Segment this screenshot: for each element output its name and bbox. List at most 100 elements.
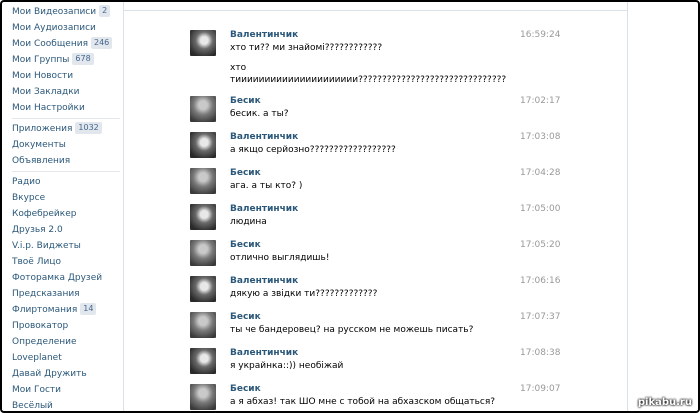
menu-item-count: 1032 <box>75 122 102 134</box>
menu-item-app[interactable]: Радио <box>12 175 41 189</box>
menu-item-label: Мои Гости <box>12 385 62 395</box>
message-author[interactable]: Бесик <box>230 96 261 106</box>
menu-item-app[interactable]: Кофебрейкер <box>12 207 76 221</box>
menu-item-apps[interactable]: Приложения 1032 <box>12 122 102 136</box>
menu-item-label: Фоторамка Друзей <box>12 273 103 283</box>
menu-item-app[interactable]: Давай Дружить <box>12 367 87 381</box>
screenshot-frame: Мои Видеозаписи 2 Мои Аудиозаписи Мои Соо… <box>0 0 700 413</box>
menu-item-label: Мои Новости <box>12 71 74 81</box>
menu-item-app[interactable]: Твоё Лицо <box>12 255 61 269</box>
message-time[interactable]: 17:05:00 <box>520 204 560 214</box>
menu-item-documents[interactable]: Документы <box>12 138 66 152</box>
message-time[interactable]: 17:02:17 <box>520 96 560 106</box>
menu-item-app[interactable]: Провокатор <box>12 319 68 333</box>
message-time[interactable]: 17:03:08 <box>520 132 560 142</box>
message-text: а я абхаз! так ШО мне с тобой на абхазск… <box>230 397 496 407</box>
menu-item-label: Флиртомания <box>12 305 78 315</box>
menu-item-label: Мои Видеозаписи <box>12 7 97 17</box>
menu-item-label: Определение <box>12 337 77 347</box>
menu-item-label: Документы <box>12 140 66 150</box>
message-text: ага. а ты кто? ) <box>230 181 303 191</box>
menu-divider <box>12 171 120 172</box>
message-text: хто ти?? ми знайомі???????????? <box>230 43 383 53</box>
menu-item-label: Мои Настройки <box>12 103 85 113</box>
menu-item-label: Вкурсе <box>12 193 46 203</box>
message-time[interactable]: 17:09:07 <box>520 384 560 394</box>
avatar[interactable] <box>190 168 216 194</box>
menu-item-count: 14 <box>80 303 97 315</box>
menu-item-label: Предсказания <box>12 289 80 299</box>
avatar[interactable] <box>190 276 216 302</box>
menu-item-bookmarks[interactable]: Мои Закладки <box>12 85 79 99</box>
menu-item-label: Мои Аудиозаписи <box>12 23 96 33</box>
message-author[interactable]: Валентинчик <box>230 132 298 142</box>
menu-item-label: Радио <box>12 177 41 187</box>
message-time[interactable]: 16:59:24 <box>520 30 560 40</box>
avatar[interactable] <box>190 30 216 56</box>
message-author[interactable]: Бесик <box>230 312 261 322</box>
avatar[interactable] <box>190 348 216 374</box>
avatar[interactable] <box>190 96 216 122</box>
menu-item-count: 246 <box>91 37 113 49</box>
menu-item-label: Давай Дружить <box>12 369 87 379</box>
menu-item-label: Мои Группы <box>12 55 70 65</box>
message-text: людина <box>230 217 267 227</box>
message-text: а якщо серйозно?????????????????? <box>230 145 396 155</box>
message-time[interactable]: 17:05:20 <box>520 240 560 250</box>
message-time[interactable]: 17:07:37 <box>520 312 560 322</box>
message-author[interactable]: Валентинчик <box>230 30 298 40</box>
menu-item-app[interactable]: Loveplanet <box>12 351 62 365</box>
message-time[interactable]: 17:08:38 <box>520 348 560 358</box>
menu-item-app[interactable]: Флиртомания 14 <box>12 303 97 317</box>
menu-item-app[interactable]: Мои Гости <box>12 383 61 397</box>
menu-item-label: Твоё Лицо <box>12 257 61 267</box>
menu-divider <box>12 118 120 119</box>
menu-item-label: Друзья 2.0 <box>12 225 63 235</box>
avatar[interactable] <box>190 132 216 158</box>
menu-item-app[interactable]: V.i.p. Виджеты <box>12 239 81 253</box>
menu-item-label: Объявления <box>12 156 71 166</box>
message-author[interactable]: Бесик <box>230 384 261 394</box>
menu-item-app[interactable]: Предсказания <box>12 287 80 301</box>
menu-item-app[interactable]: Друзья 2.0 <box>12 223 63 237</box>
message-author[interactable]: Валентинчик <box>230 204 298 214</box>
menu-item-app[interactable]: Вкурсе <box>12 191 45 205</box>
message-author[interactable]: Валентинчик <box>230 348 298 358</box>
message-author[interactable]: Валентинчик <box>230 276 298 286</box>
menu-item-label: Кофебрейкер <box>12 209 77 219</box>
menu-item-app[interactable]: Определение <box>12 335 77 349</box>
menu-item-label: Мои Закладки <box>12 87 80 97</box>
avatar[interactable] <box>190 240 216 266</box>
left-menu: Мои Видеозаписи 2 Мои Аудиозаписи Мои Соо… <box>2 2 122 411</box>
menu-item-settings[interactable]: Мои Настройки <box>12 101 85 115</box>
menu-item-label: Весёлый <box>12 401 53 411</box>
watermark: pikabu.ru <box>637 397 692 408</box>
menu-item-messages[interactable]: Мои Сообщения 246 <box>12 37 113 51</box>
menu-item-news[interactable]: Мои Новости <box>12 69 73 83</box>
menu-item-count: 2 <box>99 5 111 17</box>
message-time[interactable]: 17:06:16 <box>520 276 560 286</box>
dialog-history: Валентинчик 16:59:24 хто ти?? ми знайомі… <box>123 2 628 411</box>
menu-item-label: Мои Сообщения <box>12 39 88 49</box>
menu-item-app[interactable]: Фоторамка Друзей <box>12 271 102 285</box>
message-text: бесик. а ты? <box>230 109 289 119</box>
menu-item-label: Loveplanet <box>12 353 62 363</box>
menu-item-app[interactable]: Весёлый <box>12 399 53 411</box>
menu-item-videos[interactable]: Мои Видеозаписи 2 <box>12 5 111 19</box>
message-time[interactable]: 17:04:28 <box>520 168 560 178</box>
avatar[interactable] <box>190 384 216 410</box>
message-text: я украйнка::)) необіжай <box>230 361 344 371</box>
top-divider <box>124 10 627 11</box>
avatar[interactable] <box>190 204 216 230</box>
menu-item-ads[interactable]: Объявления <box>12 154 70 168</box>
message-author[interactable]: Бесик <box>230 240 261 250</box>
message-text: отлично выглядишь! <box>230 253 330 263</box>
message-text: хто <box>230 63 247 73</box>
menu-item-groups[interactable]: Мои Группы 678 <box>12 53 94 67</box>
menu-item-label: V.i.p. Виджеты <box>12 241 81 251</box>
menu-item-audio[interactable]: Мои Аудиозаписи <box>12 21 96 35</box>
message-text: ты че бандеровец? на русском не можешь п… <box>230 325 474 335</box>
message-author[interactable]: Бесик <box>230 168 261 178</box>
menu-item-label: Провокатор <box>12 321 69 331</box>
avatar[interactable] <box>190 312 216 338</box>
